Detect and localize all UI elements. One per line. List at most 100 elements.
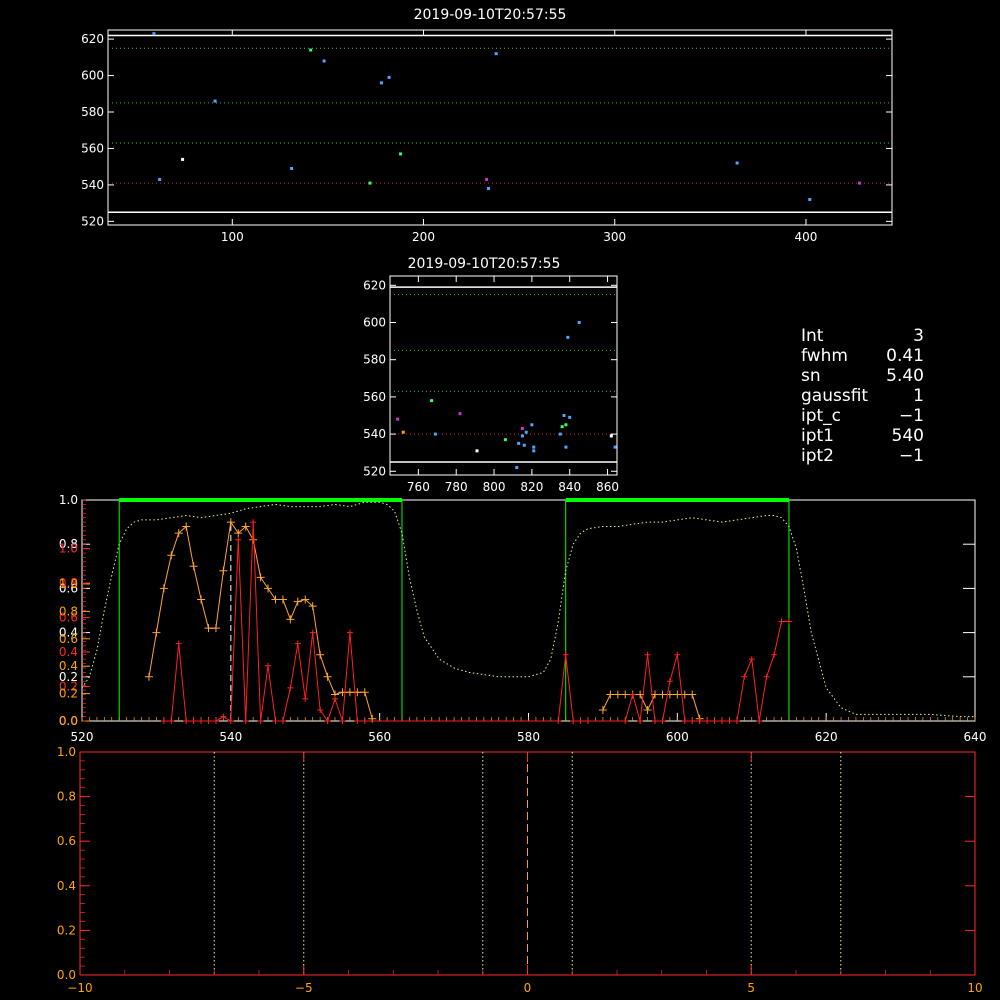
orange-marker bbox=[152, 628, 161, 637]
y-tick-label: 0.6 bbox=[59, 632, 78, 646]
info-value: 1 bbox=[913, 386, 924, 406]
data-point bbox=[485, 177, 489, 181]
y-tick-label: 0.2 bbox=[59, 687, 78, 701]
red-marker bbox=[168, 718, 175, 724]
x-tick-label: 820 bbox=[520, 480, 543, 494]
red-marker bbox=[763, 673, 770, 680]
data-point bbox=[503, 438, 507, 442]
red-marker bbox=[726, 718, 733, 724]
data-point bbox=[568, 415, 572, 419]
red-marker bbox=[704, 718, 711, 724]
top-scatter-title: 2019-09-10T20:57:55 bbox=[414, 7, 567, 23]
red-marker bbox=[718, 718, 725, 724]
data-point bbox=[379, 81, 383, 85]
info-value: 0.41 bbox=[886, 346, 924, 366]
red-marker bbox=[555, 718, 562, 724]
info-key: ipt_c bbox=[801, 406, 841, 426]
spectral-profile-plot: 0.00.20.40.60.81.00.00.20.40.60.81.00.00… bbox=[59, 493, 987, 744]
plot-frame bbox=[389, 275, 618, 476]
y-tick-label: 560 bbox=[363, 390, 386, 404]
y-tick-label: 560 bbox=[81, 141, 104, 155]
red-marker bbox=[361, 718, 368, 724]
x-tick-label: 780 bbox=[445, 480, 468, 494]
mid-scatter-plot: 520 540 560 580 600 620 760 780 800 820 840 860 bbox=[363, 275, 619, 494]
data-point bbox=[387, 75, 391, 79]
red-marker bbox=[354, 718, 361, 724]
info-key: fwhm bbox=[801, 346, 848, 366]
orange-marker bbox=[643, 705, 652, 714]
red-marker bbox=[317, 706, 324, 713]
mid-scatter-title: 2019-09-10T20:57:55 bbox=[408, 256, 561, 272]
data-point bbox=[515, 466, 519, 470]
red-marker bbox=[242, 718, 249, 724]
info-value: 3 bbox=[913, 326, 924, 346]
data-point bbox=[322, 59, 326, 63]
red-marker bbox=[294, 640, 301, 647]
x-tick-label: 100 bbox=[221, 230, 244, 244]
red-marker bbox=[190, 718, 197, 724]
plot-frame bbox=[81, 499, 976, 722]
x-tick-label: 580 bbox=[517, 730, 540, 744]
data-point bbox=[152, 32, 156, 36]
y-tick-label: 620 bbox=[363, 278, 386, 292]
red-marker bbox=[302, 695, 309, 702]
red-marker bbox=[175, 640, 182, 647]
y-tick-label: 0.8 bbox=[59, 604, 78, 618]
red-marker bbox=[733, 718, 740, 724]
red-marker bbox=[183, 718, 190, 724]
y-tick-label: 0.4 bbox=[59, 659, 78, 673]
red-marker bbox=[198, 718, 205, 724]
data-point bbox=[517, 441, 521, 445]
data-point bbox=[309, 48, 313, 52]
info-key: Int bbox=[801, 326, 824, 346]
plot-frame bbox=[107, 29, 893, 226]
data-point bbox=[399, 152, 403, 156]
red-marker bbox=[756, 718, 763, 724]
red-marker bbox=[652, 718, 659, 724]
data-point bbox=[808, 197, 812, 201]
red-marker bbox=[659, 718, 666, 724]
x-tick-label: 0 bbox=[524, 981, 532, 995]
x-tick-label: 5 bbox=[747, 981, 755, 995]
orange-marker bbox=[159, 584, 168, 593]
orange-marker bbox=[658, 690, 667, 699]
y-tick-label: 1.0 bbox=[59, 493, 78, 507]
orange-marker bbox=[293, 597, 302, 606]
data-point bbox=[532, 445, 536, 449]
orange-marker bbox=[167, 551, 176, 560]
orange-marker bbox=[226, 518, 235, 527]
y-tick-label: 520 bbox=[81, 214, 104, 228]
info-value: −1 bbox=[899, 406, 924, 426]
red-marker bbox=[257, 718, 264, 724]
x-tick-label: 540 bbox=[219, 730, 242, 744]
y-tick-label: 0.4 bbox=[59, 645, 78, 659]
data-point bbox=[560, 425, 564, 429]
red-marker bbox=[265, 662, 272, 669]
orange-marker bbox=[249, 535, 258, 544]
data-point bbox=[532, 449, 536, 453]
red-marker bbox=[235, 536, 242, 543]
y-tick-label: 1.0 bbox=[59, 542, 78, 556]
orange-profile bbox=[148, 520, 373, 719]
data-point bbox=[530, 423, 534, 427]
x-tick-label: 400 bbox=[794, 230, 817, 244]
red-marker bbox=[332, 695, 339, 702]
data-point bbox=[735, 161, 739, 165]
info-value: 5.40 bbox=[886, 366, 924, 386]
red-marker bbox=[346, 629, 353, 636]
red-marker bbox=[577, 718, 584, 724]
x-tick-label: 520 bbox=[71, 730, 94, 744]
data-point bbox=[520, 427, 524, 431]
orange-marker bbox=[316, 650, 325, 659]
y-tick-label: 600 bbox=[363, 315, 386, 329]
orange-marker bbox=[345, 688, 354, 697]
x-tick-label: 620 bbox=[815, 730, 838, 744]
red-marker bbox=[324, 718, 331, 724]
red-marker bbox=[339, 718, 346, 724]
data-point bbox=[430, 399, 434, 403]
orange-marker bbox=[211, 624, 220, 633]
red-marker bbox=[666, 678, 673, 685]
y-tick-label: 1.0 bbox=[59, 577, 78, 591]
figure-canvas: 520540560580600620100 200 300 400 2019-09-1… bbox=[57, 7, 987, 995]
red-marker bbox=[272, 718, 279, 724]
